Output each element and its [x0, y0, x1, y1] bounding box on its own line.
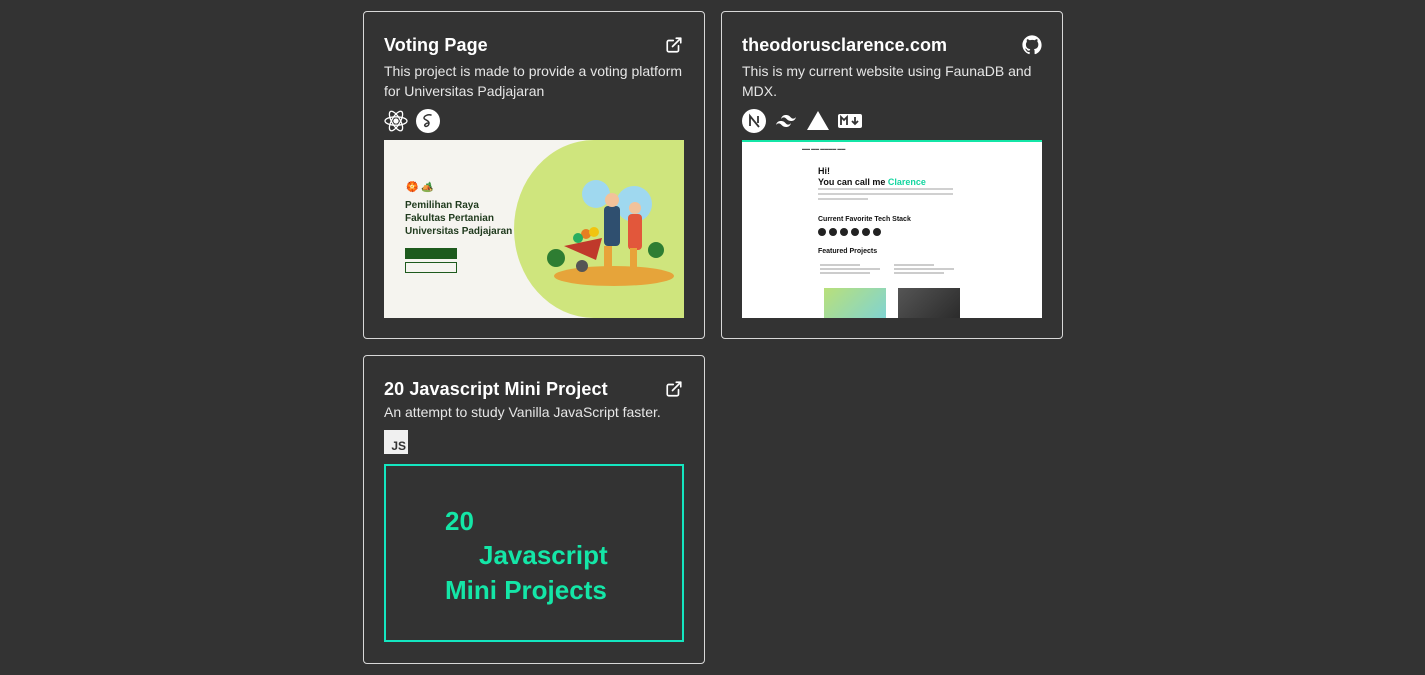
tailwind-icon: [774, 109, 798, 133]
preview-line: Fakultas Pertanian: [405, 213, 494, 224]
external-link-icon[interactable]: [664, 379, 684, 399]
tech-stack: [742, 109, 1042, 133]
preview-nav: ▬▬ ▬▬ ▬▬▬▬ ▬▬: [802, 146, 846, 151]
project-preview-image: ▬▬ ▬▬ ▬▬▬▬ ▬▬ Hi! You can call me Claren…: [742, 140, 1042, 318]
project-description: This project is made to provide a voting…: [384, 63, 683, 99]
vercel-icon: [806, 109, 830, 133]
nextjs-icon: [742, 109, 766, 133]
project-card-voting[interactable]: Voting Page This project is made to prov…: [363, 11, 705, 339]
project-card-website[interactable]: theodorusclarence.com This is my current…: [721, 11, 1063, 339]
preview-line: Javascript: [479, 540, 608, 570]
preview-tech-dots: [818, 228, 881, 236]
project-preview-image: 🏵️ 🏕️ Pemilihan Raya Fakultas Pertanian …: [384, 140, 684, 318]
javascript-icon: JS: [384, 430, 408, 454]
preview-line: Mini Projects: [445, 575, 607, 605]
markdown-icon: [838, 109, 862, 133]
preview-line: Universitas Padjajaran: [405, 226, 513, 237]
preview-line: 20: [445, 506, 474, 536]
preview-heading: Current Favorite Tech Stack: [818, 216, 911, 223]
preview-card: [820, 264, 888, 318]
preview-heading: Featured Projects: [818, 248, 878, 255]
preview-card: [894, 264, 962, 318]
preview-line: Pemilihan Raya: [405, 200, 479, 211]
react-icon: [384, 109, 408, 133]
tech-stack: JS: [384, 430, 684, 454]
preview-button: [405, 262, 457, 273]
farmer-illustration: [547, 180, 674, 286]
project-description: An attempt to study Vanilla JavaScript f…: [384, 404, 661, 420]
external-link-icon[interactable]: [664, 35, 684, 55]
project-title: theodorusclarence.com: [742, 34, 948, 55]
logo-icons: 🏵️ 🏕️: [406, 182, 434, 193]
project-description: This is my current website using FaunaDB…: [742, 63, 1032, 99]
project-title: Voting Page: [384, 34, 488, 55]
project-preview-image: 20 Javascript Mini Projects: [384, 464, 684, 642]
project-card-js-mini[interactable]: 20 Javascript Mini Project An attempt to…: [363, 355, 705, 664]
project-title: 20 Javascript Mini Project: [384, 378, 608, 399]
preview-greeting: Hi! You can call me Clarence: [818, 166, 926, 187]
preview-button: [405, 248, 457, 259]
github-icon[interactable]: [1022, 35, 1042, 55]
tech-stack: [384, 109, 684, 133]
sass-icon: [416, 109, 440, 133]
